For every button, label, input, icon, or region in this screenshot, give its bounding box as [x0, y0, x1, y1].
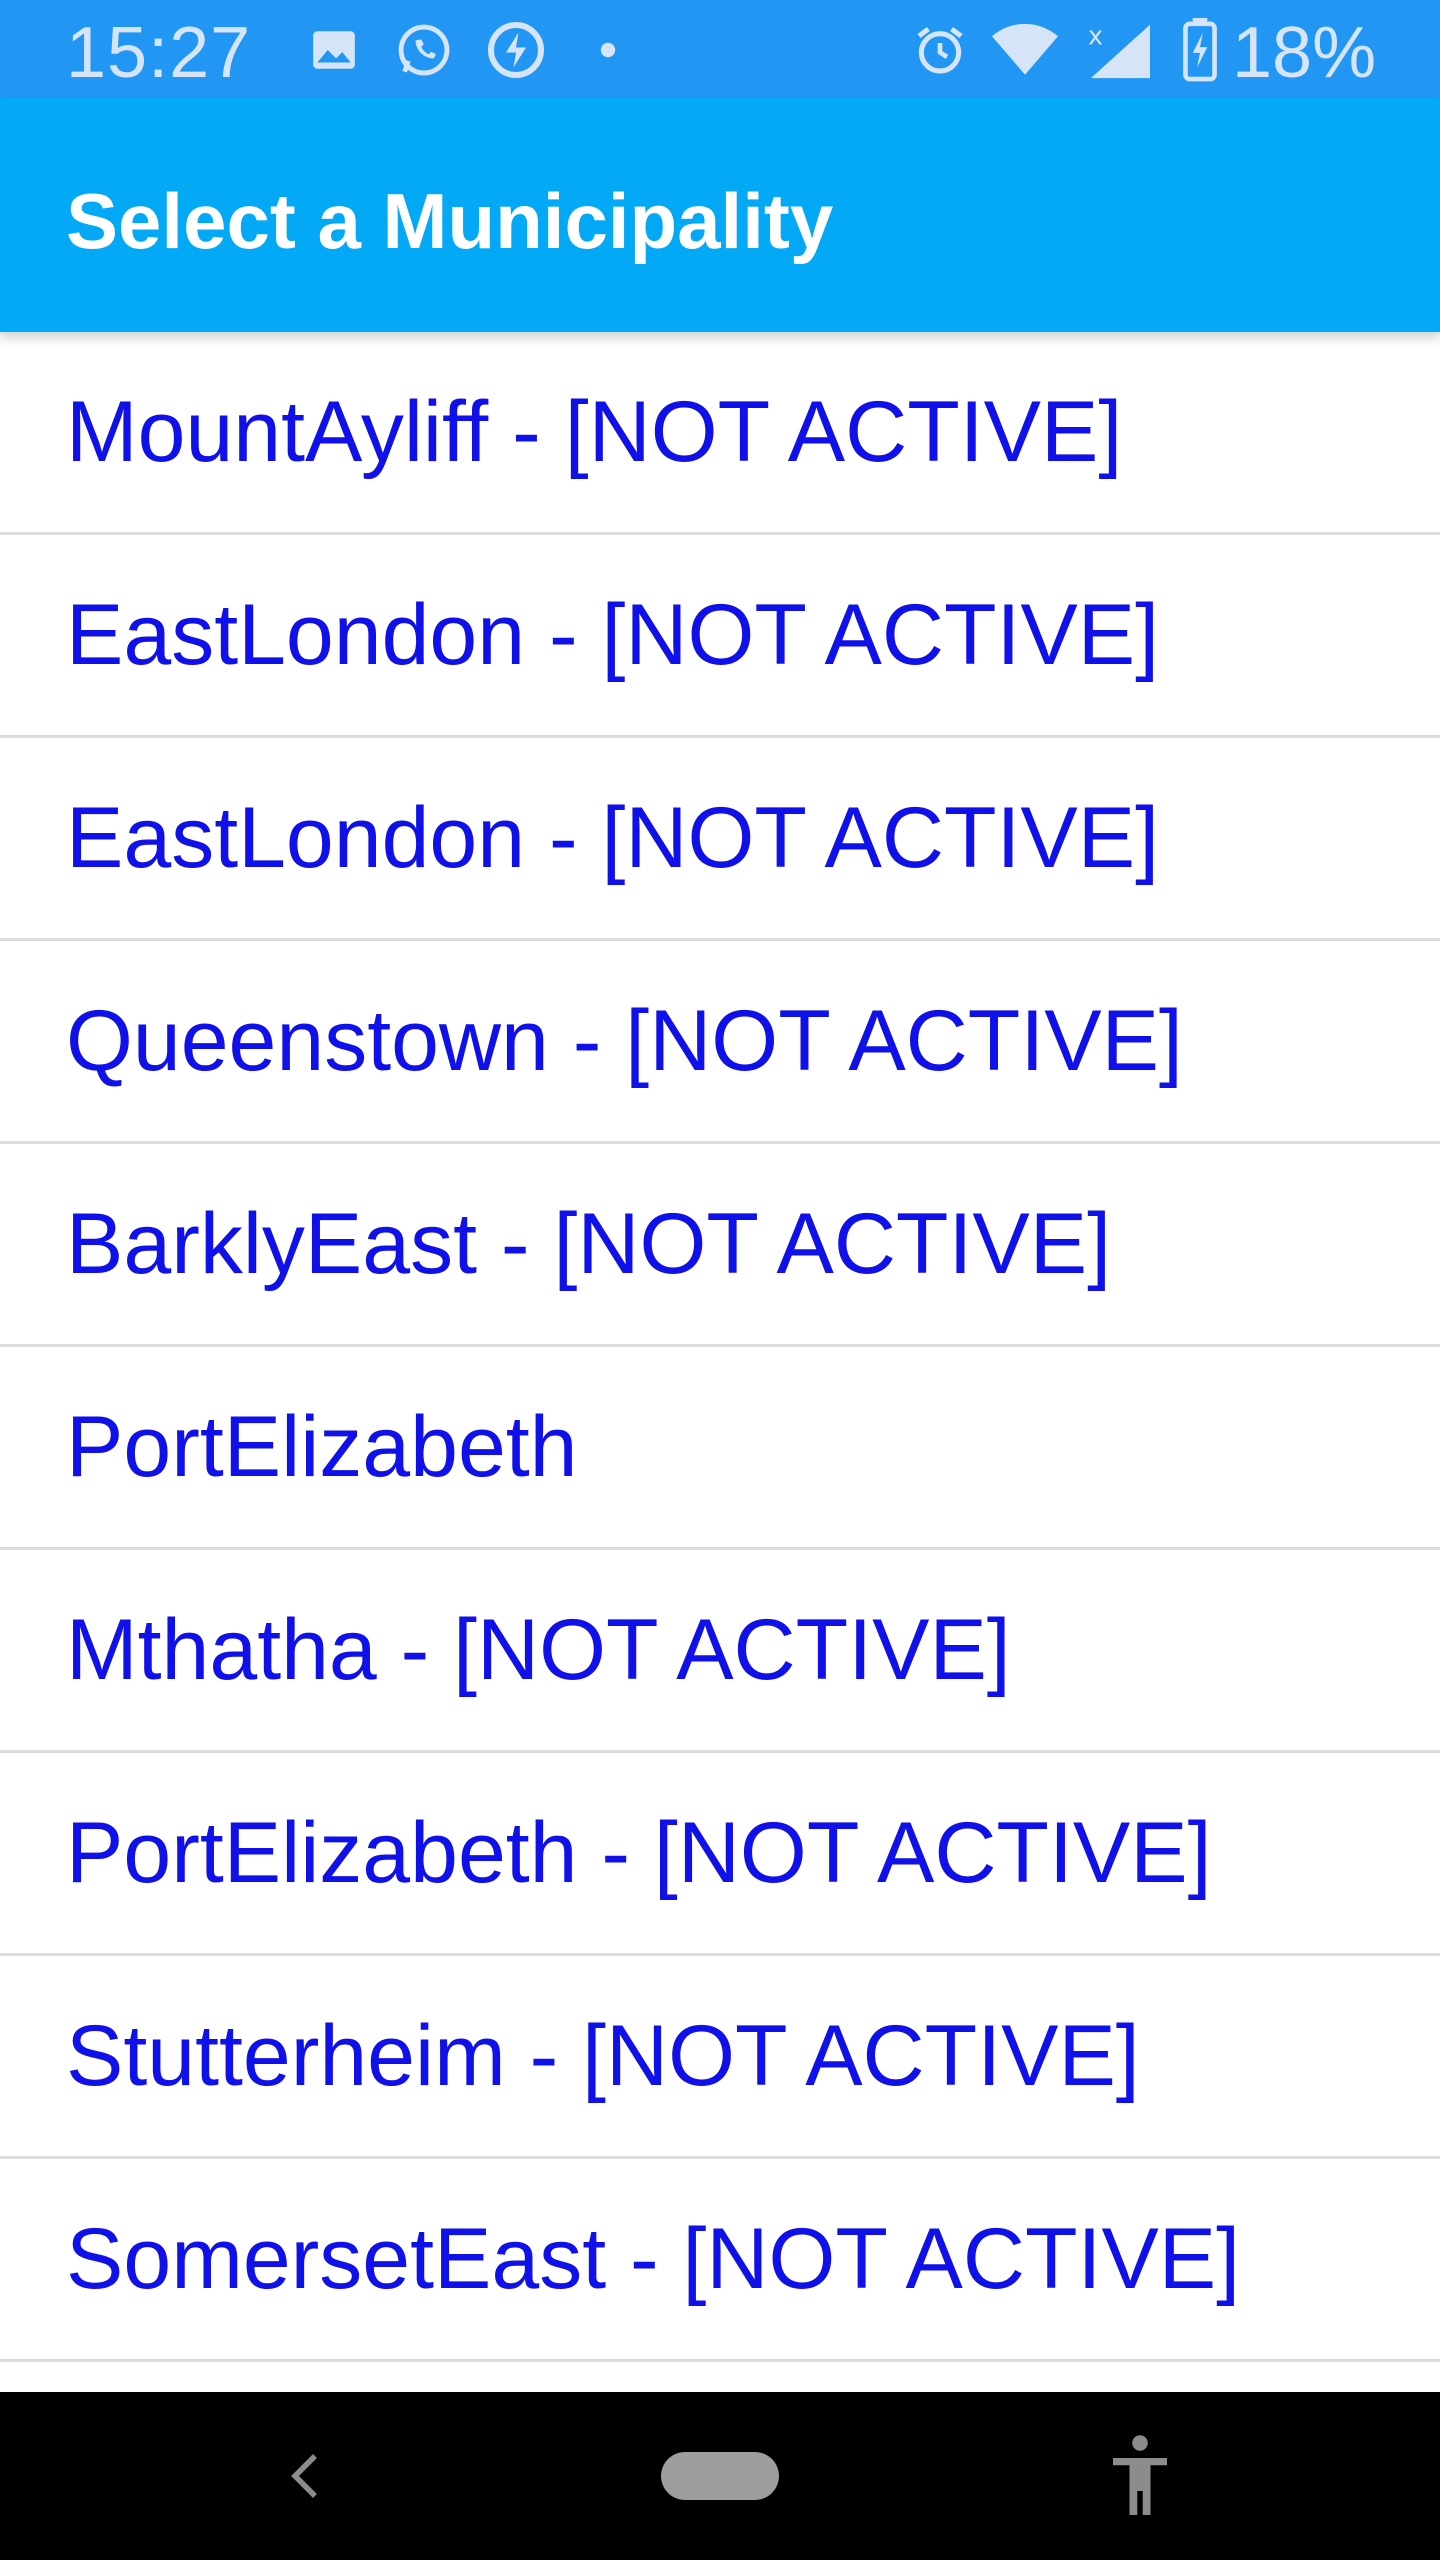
navigation-bar: [0, 2392, 1440, 2560]
list-item-label: PortElizabeth: [66, 1399, 578, 1495]
app-bar: Select a Municipality: [0, 98, 1440, 332]
accessibility-icon: [1113, 2435, 1167, 2515]
list-item-label: Stutterheim - [NOT ACTIVE]: [66, 2008, 1140, 2104]
status-bar: 15:27 x 18%: [0, 0, 1440, 98]
wifi-icon: [990, 20, 1060, 80]
list-item[interactable]: SomersetEast - [NOT ACTIVE]: [0, 2159, 1440, 2362]
list-item-label: BarklyEast - [NOT ACTIVE]: [66, 1196, 1111, 1292]
status-time: 15:27: [66, 13, 252, 93]
list-item[interactable]: Mthatha - [NOT ACTIVE]: [0, 1550, 1440, 1753]
alarm-icon: [908, 20, 972, 80]
svg-text:x: x: [1088, 20, 1103, 50]
list-item[interactable]: BarklyEast - [NOT ACTIVE]: [0, 1144, 1440, 1347]
list-item[interactable]: Stutterheim - [NOT ACTIVE]: [0, 1956, 1440, 2159]
image-icon: [306, 20, 362, 80]
list-item[interactable]: EastLondon - [NOT ACTIVE]: [0, 535, 1440, 738]
home-pill-icon: [661, 2452, 779, 2500]
list-item-label: EastLondon - [NOT ACTIVE]: [66, 790, 1160, 886]
back-icon: [291, 2454, 317, 2498]
list-item-label: Mthatha - [NOT ACTIVE]: [66, 1602, 1011, 1698]
back-button[interactable]: [260, 2392, 350, 2560]
accessibility-button[interactable]: [1100, 2392, 1180, 2560]
list-item[interactable]: PortElizabeth: [0, 1347, 1440, 1550]
battery-percent: 18%: [1232, 13, 1377, 93]
battery-charging-icon: [1178, 18, 1222, 82]
list-item-label: Queenstown - [NOT ACTIVE]: [66, 993, 1183, 1089]
list-item-label: SomersetEast - [NOT ACTIVE]: [66, 2211, 1241, 2307]
signal-icon: x: [1082, 20, 1156, 80]
page-title: Select a Municipality: [66, 177, 834, 265]
list-item[interactable]: MountAyliff - [NOT ACTIVE]: [0, 332, 1440, 535]
screen: 15:27 x 18% Select a Municipality MountA…: [0, 0, 1440, 2560]
municipality-list: MountAyliff - [NOT ACTIVE] EastLondon - …: [0, 332, 1440, 2390]
list-item-label: PortElizabeth - [NOT ACTIVE]: [66, 1805, 1212, 1901]
list-item[interactable]: EastLondon - [NOT ACTIVE]: [0, 738, 1440, 941]
list-item[interactable]: Queenstown - [NOT ACTIVE]: [0, 941, 1440, 1144]
whatsapp-icon: [392, 20, 456, 80]
dot-icon: [596, 20, 620, 80]
power-saver-icon: [484, 20, 548, 80]
home-button[interactable]: [640, 2392, 800, 2560]
list-item[interactable]: PortElizabeth - [NOT ACTIVE]: [0, 1753, 1440, 1956]
list-item-label: MountAyliff - [NOT ACTIVE]: [66, 384, 1123, 480]
list-item-label: EastLondon - [NOT ACTIVE]: [66, 587, 1160, 683]
